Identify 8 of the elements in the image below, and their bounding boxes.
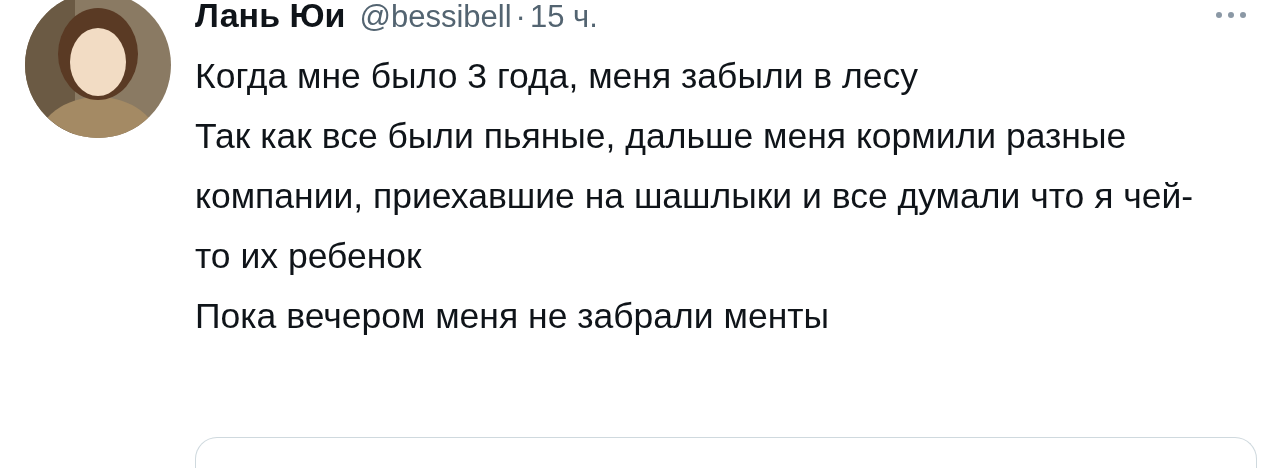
more-icon[interactable] bbox=[1214, 10, 1248, 20]
author-name[interactable]: Лань Юи bbox=[195, 0, 346, 35]
tweet-text: Пока вечером меня не забрали менты bbox=[195, 295, 831, 338]
author-handle[interactable]: @bessibell bbox=[359, 0, 512, 35]
tweet-text: Так как все были пьяные, дальше меня кормили разные компании, приехавшие на шашлыки и все думали что я чей-то их ребенок bbox=[195, 115, 1195, 278]
tweet-text: Когда мне было 3 года, меня забыли в лесу bbox=[195, 55, 919, 98]
timestamp[interactable]: 15 ч. bbox=[529, 0, 598, 35]
separator: · bbox=[515, 0, 526, 35]
